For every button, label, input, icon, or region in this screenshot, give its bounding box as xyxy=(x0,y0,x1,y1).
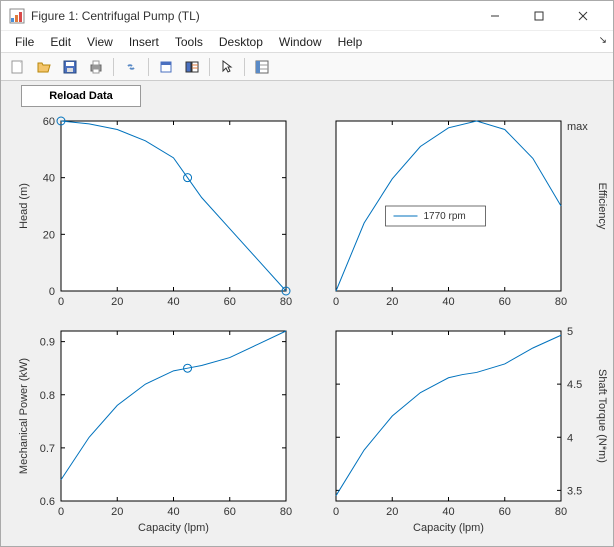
new-figure-icon[interactable] xyxy=(7,56,29,78)
svg-text:Capacity (lpm): Capacity (lpm) xyxy=(138,522,209,534)
svg-text:60: 60 xyxy=(499,296,511,308)
save-icon[interactable] xyxy=(59,56,81,78)
app-icon xyxy=(9,8,25,24)
svg-text:4: 4 xyxy=(567,432,573,444)
menu-insert[interactable]: Insert xyxy=(121,33,167,51)
svg-text:60: 60 xyxy=(224,296,236,308)
svg-text:0.8: 0.8 xyxy=(40,390,55,402)
menu-window[interactable]: Window xyxy=(271,33,330,51)
svg-text:40: 40 xyxy=(167,506,179,518)
svg-text:40: 40 xyxy=(442,296,454,308)
window-title: Figure 1: Centrifugal Pump (TL) xyxy=(31,9,473,23)
svg-text:40: 40 xyxy=(442,506,454,518)
svg-text:0: 0 xyxy=(333,506,339,518)
axes-head: 0 20 40 60 80 0 20 40 60 Head (m) xyxy=(18,116,292,308)
svg-text:4.5: 4.5 xyxy=(567,379,582,391)
menu-desktop[interactable]: Desktop xyxy=(211,33,271,51)
svg-text:Head (m): Head (m) xyxy=(18,183,30,229)
svg-text:60: 60 xyxy=(499,506,511,518)
print-icon[interactable] xyxy=(85,56,107,78)
svg-text:80: 80 xyxy=(555,296,567,308)
svg-text:0.7: 0.7 xyxy=(40,443,55,455)
svg-text:Capacity (lpm): Capacity (lpm) xyxy=(413,522,484,534)
property-icon[interactable] xyxy=(251,56,273,78)
svg-text:Shaft Torque (N*m): Shaft Torque (N*m) xyxy=(596,369,608,463)
svg-text:max: max xyxy=(567,121,588,133)
svg-text:60: 60 xyxy=(224,506,236,518)
svg-text:1770 rpm: 1770 rpm xyxy=(424,211,466,222)
open-icon[interactable] xyxy=(33,56,55,78)
svg-text:0: 0 xyxy=(333,296,339,308)
toolbar-separator xyxy=(244,58,245,76)
svg-text:80: 80 xyxy=(280,296,292,308)
axes-power: 0 20 40 60 80 0.6 0.7 0.8 0.9 Mechanical Power (k… xyxy=(18,331,292,534)
svg-text:80: 80 xyxy=(555,506,567,518)
menu-expand-icon[interactable]: ↘ xyxy=(599,35,607,46)
close-button[interactable] xyxy=(561,2,605,30)
svg-text:3.5: 3.5 xyxy=(567,485,582,497)
svg-text:20: 20 xyxy=(386,506,398,518)
maximize-button[interactable] xyxy=(517,2,561,30)
axes-torque: 0 20 40 60 803.5 4 4.5 5 Shaft Torque (N*m) Capac… xyxy=(333,326,608,534)
svg-text:40: 40 xyxy=(167,296,179,308)
menu-view[interactable]: View xyxy=(79,33,121,51)
figure-area: Reload Data 0204060800204060Head (m) 020… xyxy=(1,81,613,546)
link-icon[interactable] xyxy=(120,56,142,78)
menubar: File Edit View Insert Tools Desktop Wind… xyxy=(1,31,613,53)
titlebar: Figure 1: Centrifugal Pump (TL) xyxy=(1,1,613,31)
svg-text:Efficiency: Efficiency xyxy=(596,183,608,230)
menu-help[interactable]: Help xyxy=(330,33,371,51)
colorbar-icon[interactable] xyxy=(181,56,203,78)
svg-text:20: 20 xyxy=(43,229,55,241)
minimize-button[interactable] xyxy=(473,2,517,30)
svg-text:60: 60 xyxy=(43,116,55,128)
toolbar-separator xyxy=(148,58,149,76)
menu-file[interactable]: File xyxy=(7,33,42,51)
svg-text:0: 0 xyxy=(58,296,64,308)
toolbar-separator xyxy=(209,58,210,76)
toolbar-separator xyxy=(113,58,114,76)
toolbar xyxy=(1,53,613,81)
svg-text:0: 0 xyxy=(58,506,64,518)
menu-edit[interactable]: Edit xyxy=(42,33,79,51)
svg-text:0: 0 xyxy=(49,286,55,298)
svg-text:20: 20 xyxy=(386,296,398,308)
svg-text:0.9: 0.9 xyxy=(40,337,55,349)
svg-text:80: 80 xyxy=(280,506,292,518)
axes-efficiency: 0 20 40 60 80 max Efficiency 1770 rpm xyxy=(333,121,608,308)
svg-text:0.6: 0.6 xyxy=(40,496,55,508)
svg-text:5: 5 xyxy=(567,326,573,338)
svg-text:40: 40 xyxy=(43,173,55,185)
menu-tools[interactable]: Tools xyxy=(167,33,211,51)
svg-text:20: 20 xyxy=(111,296,123,308)
svg-text:Mechanical Power (kW): Mechanical Power (kW) xyxy=(18,358,30,474)
svg-text:20: 20 xyxy=(111,506,123,518)
data-cursor-icon[interactable] xyxy=(155,56,177,78)
pointer-icon[interactable] xyxy=(216,56,238,78)
charts-canvas: 0204060800204060Head (m) 020406080maxEff… xyxy=(1,81,613,546)
